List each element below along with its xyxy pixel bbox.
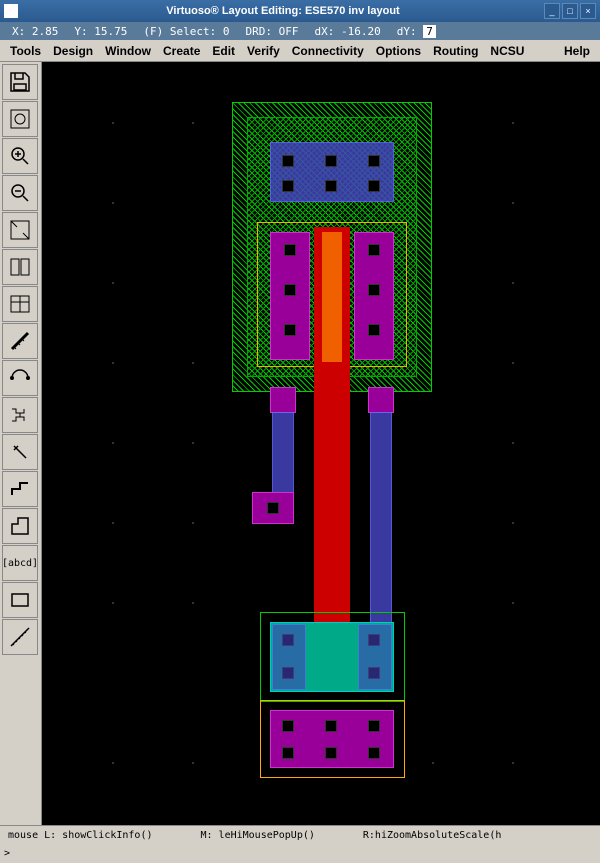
mouse-hints: mouse L: showClickInfo() M: leHiMousePop… bbox=[0, 826, 600, 844]
contact[interactable] bbox=[282, 720, 294, 732]
menu-tools[interactable]: Tools bbox=[4, 42, 47, 60]
menu-bar: Tools Design Window Create Edit Verify C… bbox=[0, 40, 600, 62]
label-button[interactable]: [abcd] bbox=[2, 545, 38, 581]
contact[interactable] bbox=[325, 155, 337, 167]
coord-x: 2.85 bbox=[32, 25, 59, 38]
contact[interactable] bbox=[325, 180, 337, 192]
vdd-tap-metal[interactable] bbox=[270, 142, 394, 202]
zoom-in-button[interactable] bbox=[2, 138, 38, 174]
path-button[interactable] bbox=[2, 471, 38, 507]
contact[interactable] bbox=[368, 155, 380, 167]
mouse-middle-hint: M: leHiMousePopUp() bbox=[197, 830, 319, 841]
save-button[interactable] bbox=[2, 64, 38, 100]
mouse-right-hint: R:hiZoomAbsoluteScale(h bbox=[359, 830, 505, 841]
menu-connectivity[interactable]: Connectivity bbox=[286, 42, 370, 60]
app-icon bbox=[4, 4, 18, 18]
contact[interactable] bbox=[325, 747, 337, 759]
coord-y: 15.75 bbox=[94, 25, 127, 38]
window-titlebar: Virtuoso® Layout Editing: ESE570 inv lay… bbox=[0, 0, 600, 22]
close-button[interactable]: × bbox=[580, 3, 596, 19]
contact[interactable] bbox=[282, 747, 294, 759]
measure-button[interactable] bbox=[2, 619, 38, 655]
contact[interactable] bbox=[368, 244, 380, 256]
mouse-left-hint: mouse L: showClickInfo() bbox=[4, 830, 157, 841]
contact[interactable] bbox=[282, 180, 294, 192]
menu-options[interactable]: Options bbox=[370, 42, 427, 60]
contact[interactable] bbox=[368, 284, 380, 296]
window-title: Virtuoso® Layout Editing: ESE570 inv lay… bbox=[24, 5, 542, 17]
properties-button[interactable] bbox=[2, 249, 38, 285]
rectangle-button[interactable] bbox=[2, 582, 38, 618]
instance-button[interactable] bbox=[2, 360, 38, 396]
layout-canvas[interactable] bbox=[42, 62, 600, 825]
polygon-button[interactable] bbox=[2, 508, 38, 544]
menu-edit[interactable]: Edit bbox=[206, 42, 241, 60]
contact[interactable] bbox=[284, 244, 296, 256]
menu-verify[interactable]: Verify bbox=[241, 42, 286, 60]
select-count: 0 bbox=[223, 25, 230, 38]
psub-tap[interactable] bbox=[270, 710, 394, 768]
command-prompt[interactable]: > bbox=[0, 844, 600, 862]
footer: mouse L: showClickInfo() M: leHiMousePop… bbox=[0, 825, 600, 862]
minimize-button[interactable]: _ bbox=[544, 3, 560, 19]
menu-routing[interactable]: Routing bbox=[427, 42, 484, 60]
delta-y: 7 bbox=[423, 25, 436, 38]
vertical-toolbar: [abcd] bbox=[0, 62, 42, 825]
poly-overlay[interactable] bbox=[322, 232, 342, 362]
hierarchy-button[interactable] bbox=[2, 286, 38, 322]
nmos-metal-left[interactable] bbox=[272, 624, 306, 690]
contact[interactable] bbox=[368, 180, 380, 192]
delta-x: -16.20 bbox=[341, 25, 381, 38]
fit-button[interactable] bbox=[2, 212, 38, 248]
menu-ncsu[interactable]: NCSU bbox=[484, 42, 530, 60]
zoom-out-button[interactable] bbox=[2, 175, 38, 211]
contact[interactable] bbox=[368, 324, 380, 336]
nmos-metal-right[interactable] bbox=[358, 624, 392, 690]
contact[interactable] bbox=[325, 720, 337, 732]
contact[interactable] bbox=[284, 284, 296, 296]
contact[interactable] bbox=[284, 324, 296, 336]
contact[interactable] bbox=[282, 155, 294, 167]
pattern-button[interactable] bbox=[2, 397, 38, 433]
menu-help[interactable]: Help bbox=[558, 42, 596, 60]
menu-create[interactable]: Create bbox=[157, 42, 206, 60]
rotate-button[interactable] bbox=[2, 434, 38, 470]
toggle-button[interactable] bbox=[2, 101, 38, 137]
maximize-button[interactable]: □ bbox=[562, 3, 578, 19]
ruler-button[interactable] bbox=[2, 323, 38, 359]
drd-state: OFF bbox=[279, 25, 299, 38]
contact[interactable] bbox=[267, 502, 279, 514]
contact[interactable] bbox=[368, 747, 380, 759]
coordinate-bar: X: 2.85 Y: 15.75 (F) Select: 0 DRD: OFF … bbox=[0, 22, 600, 40]
via-right[interactable] bbox=[368, 387, 394, 413]
contact[interactable] bbox=[368, 720, 380, 732]
via-left[interactable] bbox=[270, 387, 296, 413]
menu-window[interactable]: Window bbox=[99, 42, 157, 60]
menu-design[interactable]: Design bbox=[47, 42, 99, 60]
